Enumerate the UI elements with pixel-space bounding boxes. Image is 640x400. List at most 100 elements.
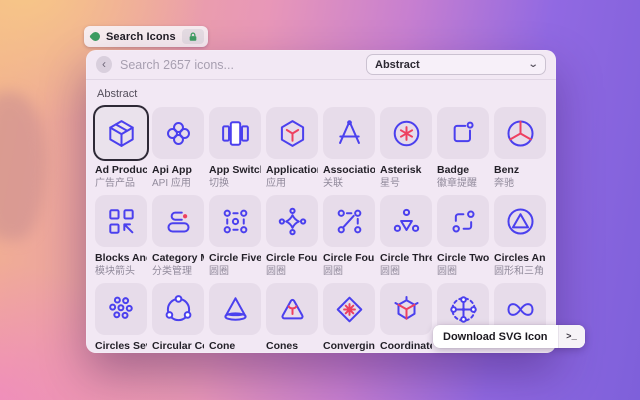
icon-tile-ad-product[interactable]: [95, 107, 147, 159]
extension-icon: [89, 30, 102, 43]
icon-cell: App Switch 切换: [209, 107, 261, 190]
icon-cell: Circular Con...圆形连接: [152, 283, 204, 353]
icon-cell: Category M... 分类管理: [152, 195, 204, 278]
icon-cell: Coordinate...坐标系统: [380, 283, 432, 353]
icon-cell: Cones坐标系: [266, 283, 318, 353]
icon-label-zh: 应用: [266, 178, 286, 189]
icon-label: Converging...: [323, 340, 375, 352]
icon-label-zh: 关联: [323, 178, 343, 189]
icon-tile-app-switch[interactable]: [209, 107, 261, 159]
icon-label-zh: 分类管理: [152, 266, 192, 277]
download-svg-label: Download SVG Icon: [443, 330, 548, 343]
icon-tile-coordinate[interactable]: [380, 283, 432, 335]
icon-tile-circle-triangle[interactable]: [494, 195, 546, 247]
icon-grid: Ad Product 广告产品 Api App API 应用 App Switch 切换 A…: [95, 107, 549, 353]
icon-label-zh: 圆圈: [209, 266, 229, 277]
icon-tile-category[interactable]: [152, 195, 204, 247]
icon-label: Asterisk: [380, 164, 422, 176]
icon-label-zh: API 应用: [152, 178, 191, 189]
icon-cell: Blocks And... 模块箭头: [95, 195, 147, 278]
icon-label-zh: 徽章提醒: [437, 178, 477, 189]
icon-tile-converging[interactable]: [323, 283, 375, 335]
icon-cell: Asterisk 星号: [380, 107, 432, 190]
icon-tile-circle-three[interactable]: [380, 195, 432, 247]
icon-cell: Circle Five L... 圆圈: [209, 195, 261, 278]
icon-label: Ad Product: [95, 164, 147, 176]
search-input[interactable]: Search 2657 icons...: [120, 58, 234, 72]
search-bar: ‹ Search 2657 icons... Abstract ⌄: [86, 50, 556, 80]
icon-label: Application...: [266, 164, 318, 176]
wallpaper-blob: [0, 92, 46, 240]
icon-tile-application[interactable]: [266, 107, 318, 159]
icon-label: Cones: [266, 340, 299, 352]
back-button[interactable]: ‹: [96, 56, 112, 73]
icon-label: App Switch: [209, 164, 261, 176]
search-icons-window: ‹ Search 2657 icons... Abstract ⌄ Abstra…: [86, 50, 556, 353]
icon-label: Circles And...: [494, 252, 546, 264]
icon-label: Category M...: [152, 252, 204, 264]
icon-cell: Circle Four... 圆圈: [323, 195, 375, 278]
icon-tile-circles-seven[interactable]: [95, 283, 147, 335]
icon-tile-badge[interactable]: [437, 107, 489, 159]
icon-tile-circle-four[interactable]: [266, 195, 318, 247]
lock-icon: [189, 32, 197, 41]
icon-label: Circle Five L...: [209, 252, 261, 264]
icon-tile-circle-two[interactable]: [437, 195, 489, 247]
icon-cell: Cone圆锥: [209, 283, 261, 353]
icon-label-zh: 圆圈: [323, 266, 343, 277]
icon-tile-circle-four-line[interactable]: [323, 195, 375, 247]
icon-cell: Circles Seven圆圈: [95, 283, 147, 353]
icon-cell: Application... 应用: [266, 107, 318, 190]
icon-label: Benz: [494, 164, 520, 176]
icon-label-zh: 圆形和三角: [494, 266, 544, 277]
shortcut-key-icon: >_: [557, 325, 585, 348]
icon-label-zh: 广告产品: [95, 178, 135, 189]
icon-label: Blocks And...: [95, 252, 147, 264]
icon-tile-blocks-arrows[interactable]: [95, 195, 147, 247]
icon-tile-cone[interactable]: [209, 283, 261, 335]
icon-tile-circular-connection[interactable]: [152, 283, 204, 335]
icon-label-zh: 星号: [380, 178, 400, 189]
icon-label: Coordinate...: [380, 340, 432, 352]
category-dropdown[interactable]: Abstract ⌄: [366, 54, 546, 75]
window-tab[interactable]: Search Icons: [84, 26, 208, 47]
icon-label: Circle Four...: [323, 252, 375, 264]
icon-label: Circle Four: [266, 252, 318, 264]
icon-cell: Api App API 应用: [152, 107, 204, 190]
icon-label: Circular Con...: [152, 340, 204, 352]
icon-label: Circle Three: [380, 252, 432, 264]
icon-label: Cone: [209, 340, 236, 352]
icon-label-zh: 圆圈: [266, 266, 286, 277]
icon-label-zh: 模块箭头: [95, 266, 135, 277]
chevron-down-icon: ⌄: [527, 59, 539, 70]
icon-cell: Circles And... 圆形和三角: [494, 195, 546, 278]
icon-label: Badge: [437, 164, 470, 176]
icon-label: Association: [323, 164, 375, 176]
icon-label: Circle Two L...: [437, 252, 489, 264]
icon-cell: Circle Two L... 圆圈: [437, 195, 489, 278]
icon-cell: Circle Three 圆圈: [380, 195, 432, 278]
icon-cell: Badge 徽章提醒: [437, 107, 489, 190]
icon-label: Api App: [152, 164, 192, 176]
icon-label-zh: 圆圈: [380, 266, 400, 277]
icon-tile-association[interactable]: [323, 107, 375, 159]
icon-label: Circles Seven: [95, 340, 147, 352]
icon-tile-cones[interactable]: [266, 283, 318, 335]
icon-label-zh: 切换: [209, 178, 229, 189]
category-dropdown-value: Abstract: [375, 58, 420, 71]
icon-tile-benz[interactable]: [494, 107, 546, 159]
icon-cell: Association 关联: [323, 107, 375, 190]
icon-cell: Benz 奔驰: [494, 107, 546, 190]
icon-tile-circle-five[interactable]: [209, 195, 261, 247]
icon-cell: Ad Product 广告产品: [95, 107, 147, 190]
icon-cell: Converging...汇聚回关: [323, 283, 375, 353]
icon-tile-api-app[interactable]: [152, 107, 204, 159]
back-chevron-icon: ‹: [102, 57, 106, 71]
icon-label-zh: 圆圈: [437, 266, 457, 277]
icon-tile-asterisk[interactable]: [380, 107, 432, 159]
results-area: Abstract Ad Product 广告产品 Api App API 应用 App …: [86, 80, 556, 353]
section-title: Abstract: [97, 88, 138, 100]
window-tab-title: Search Icons: [106, 30, 176, 43]
download-svg-button[interactable]: Download SVG Icon >_: [433, 325, 585, 348]
lock-badge: [181, 29, 204, 44]
